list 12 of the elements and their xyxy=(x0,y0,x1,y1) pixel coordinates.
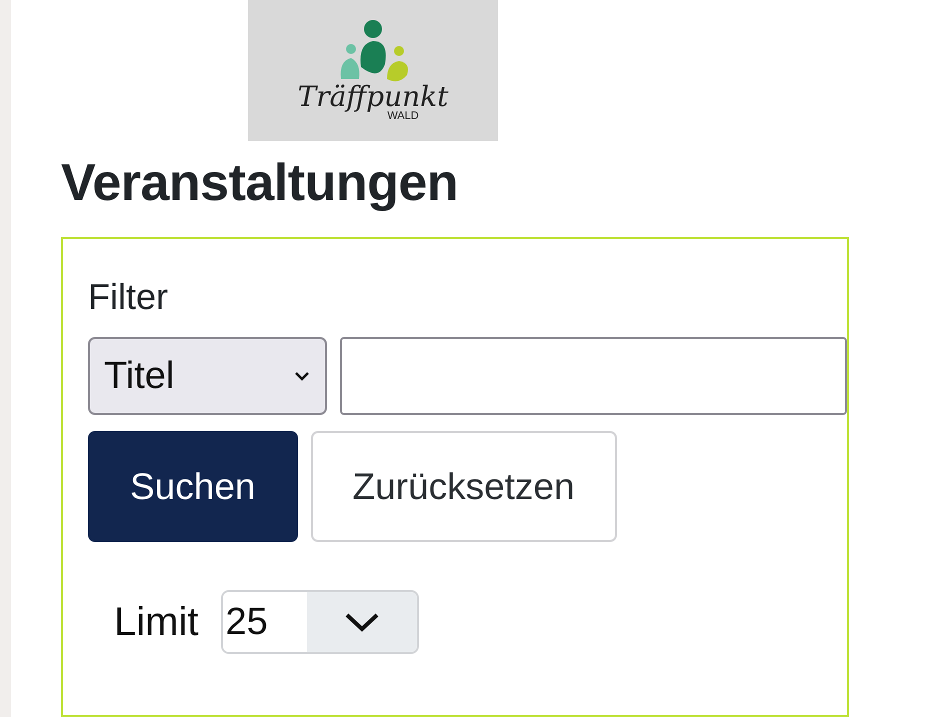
limit-label: Limit xyxy=(114,600,198,644)
search-button[interactable]: Suchen xyxy=(88,431,298,542)
filter-label: Filter xyxy=(88,275,169,319)
reset-button[interactable]: Zurücksetzen xyxy=(310,431,617,542)
page-heading: Veranstaltungen xyxy=(61,153,460,214)
chevron-down-icon xyxy=(292,370,311,382)
logo-subtext: WALD xyxy=(387,111,419,122)
chevron-down-icon xyxy=(344,611,380,633)
field-select[interactable]: Titel xyxy=(88,337,327,415)
search-field[interactable] xyxy=(340,337,847,415)
logo-text: Träffpunkt xyxy=(298,83,448,111)
limit-select[interactable]: 25 xyxy=(221,590,420,654)
